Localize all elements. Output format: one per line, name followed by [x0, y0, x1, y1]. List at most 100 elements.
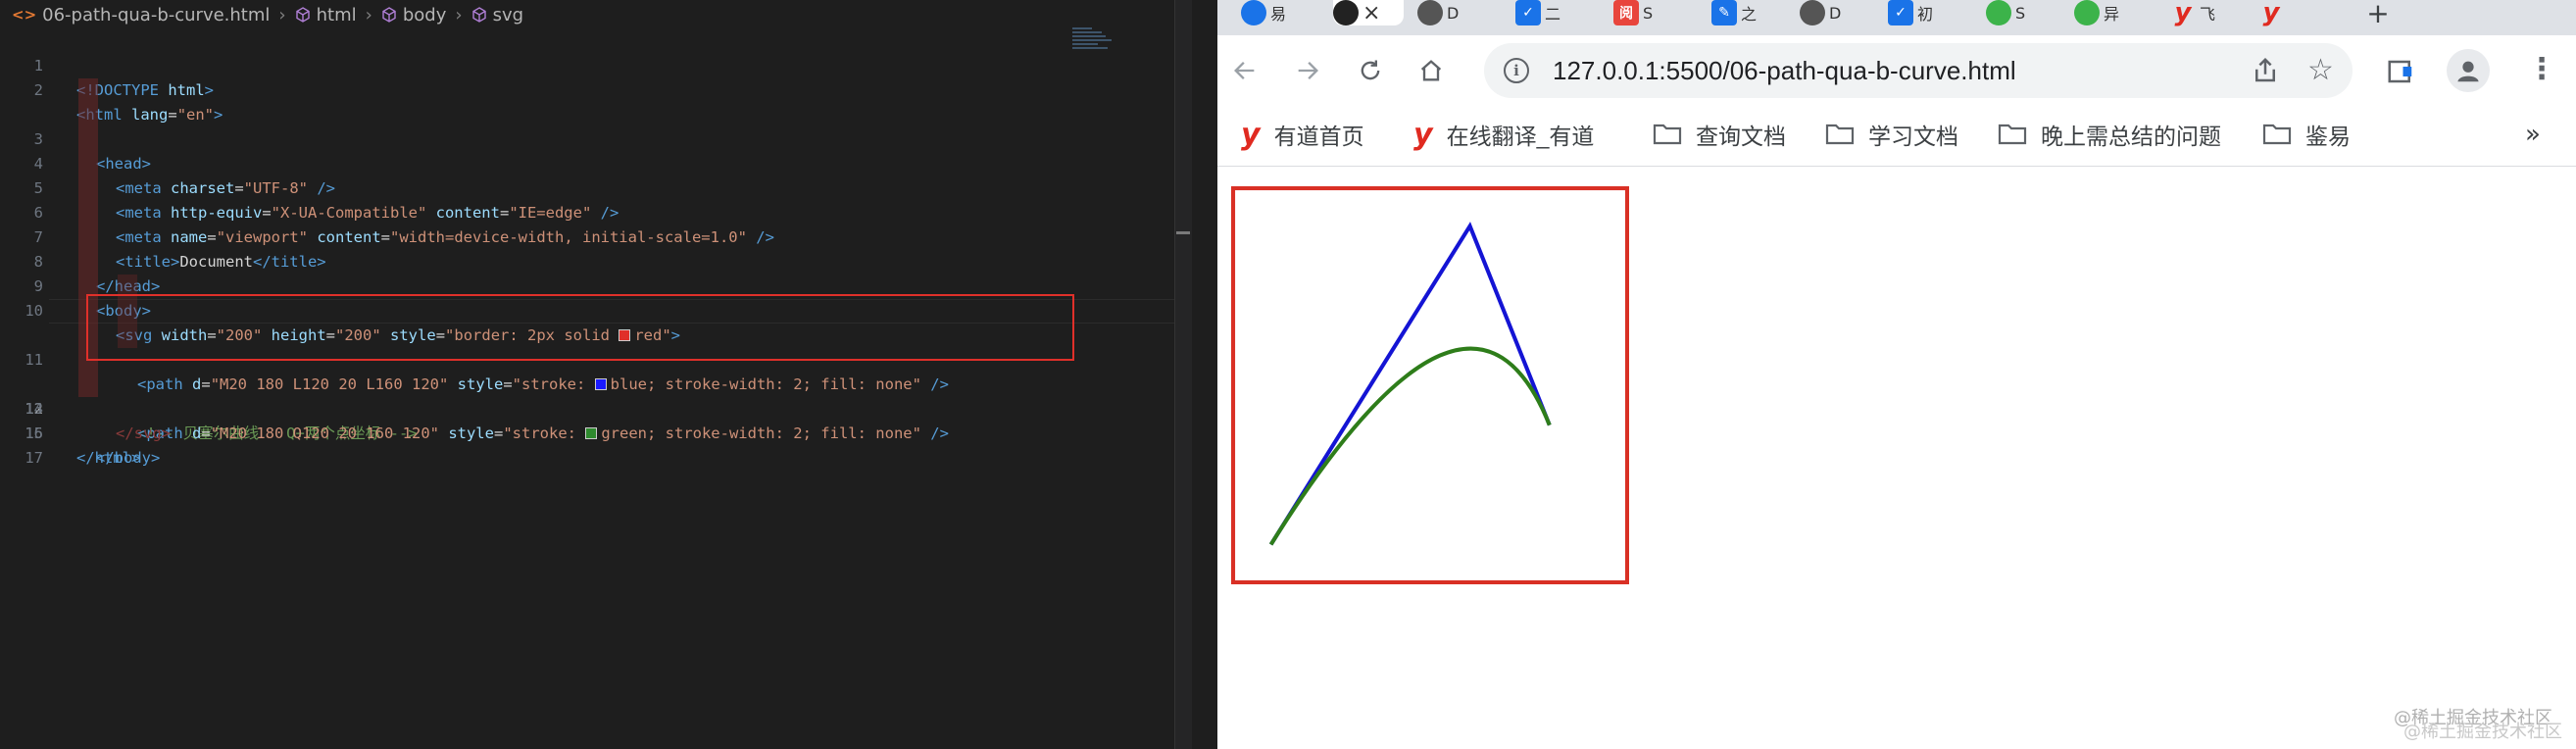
- check-icon: ✓: [1515, 0, 1541, 25]
- code-line[interactable]: 5 <meta http-equiv="X-UA-Compatible" con…: [0, 127, 1176, 222]
- indent-guide: [78, 225, 98, 250]
- bookmark-label: 学习文档: [1868, 124, 1958, 149]
- page-viewport: @稀土掘金技术社区 @稀土掘金技术社区: [1217, 167, 2576, 749]
- bookmark-item[interactable]: y 有道首页: [1241, 118, 1364, 152]
- code-line[interactable]: 6 <meta name="viewport" content="width=d…: [0, 152, 1176, 246]
- cube-icon: [471, 7, 486, 23]
- indent-guide: [78, 201, 98, 225]
- indent-guide: [78, 176, 98, 201]
- code-line[interactable]: 2 <html lang="en">: [0, 54, 1176, 124]
- arrow-right-icon: [1298, 62, 1318, 79]
- bookmark-folder[interactable]: 学习文档: [1825, 118, 1958, 151]
- breadcrumb-item-label: svg: [492, 4, 524, 25]
- scrollbar-position-marker: [1176, 231, 1190, 234]
- indent-guide: [78, 127, 98, 152]
- tab-9[interactable]: S: [1986, 0, 2043, 25]
- bookmark-label: 查询文档: [1696, 124, 1786, 149]
- bookmark-label: 晚上需总结的问题: [2041, 124, 2221, 149]
- breadcrumb-item-label: body: [402, 4, 447, 25]
- code-line[interactable]: 4 <meta charset="UTF-8" />: [0, 103, 1176, 197]
- breadcrumb-item-svg[interactable]: svg: [471, 5, 523, 25]
- profile-button[interactable]: [2447, 49, 2490, 92]
- breadcrumb-item-html[interactable]: html: [295, 5, 357, 25]
- github-icon: [1333, 0, 1359, 25]
- indent-guide: [78, 250, 98, 275]
- editor-scrollbar[interactable]: [1174, 0, 1192, 749]
- avatar-icon: [2457, 61, 2479, 82]
- code-line[interactable]: 10 <svg width="200" height="200" style="…: [0, 250, 1176, 344]
- tab-title: 易: [1270, 5, 1287, 24]
- info-icon[interactable]: i: [1504, 58, 1529, 83]
- back-button[interactable]: [1223, 49, 1266, 92]
- bookmark-star-icon[interactable]: ☆: [2307, 53, 2334, 87]
- chevron-right-icon: ›: [365, 4, 372, 25]
- browser-toolbar: i 127.0.0.1:5500/06-path-qua-b-curve.htm…: [1217, 35, 2576, 106]
- address-bar[interactable]: i 127.0.0.1:5500/06-path-qua-b-curve.htm…: [1484, 43, 2353, 98]
- breadcrumb-item-body[interactable]: body: [381, 4, 447, 25]
- edit-icon: ✎: [1711, 0, 1737, 25]
- browser-window: 易 × D ✓ 二 阅 S ✎ 之 D ✓ 初 S 异 y 飞 y + i 12…: [1217, 0, 2576, 749]
- tab-7[interactable]: D: [1800, 0, 1857, 25]
- bookmark-label: 鉴易: [2305, 124, 2351, 149]
- code-token: </html>: [76, 449, 141, 467]
- tab-title: 飞: [2200, 5, 2216, 24]
- code-line[interactable]: 17: [0, 422, 1176, 467]
- indent-guide: [78, 78, 98, 103]
- minimap[interactable]: [1072, 25, 1112, 59]
- code-area[interactable]: 1 <!DOCTYPE html> 2 <html lang="en"> 3 <…: [0, 29, 1176, 467]
- code-line[interactable]: 1 <!DOCTYPE html>: [0, 29, 1176, 99]
- code-line[interactable]: 15 </body>: [0, 373, 1176, 467]
- code-line[interactable]: 9 <body>: [0, 225, 1176, 320]
- cube-icon: [295, 7, 310, 23]
- wechat-icon: [1986, 0, 2011, 25]
- folder-icon: [1825, 124, 1855, 145]
- reload-icon: [1361, 60, 1380, 80]
- pane-divider[interactable]: [1192, 0, 1215, 749]
- breadcrumb-file[interactable]: <> 06-path-qua-b-curve.html: [12, 5, 270, 25]
- forward-button[interactable]: [1286, 49, 1329, 92]
- tab-1[interactable]: 易: [1241, 0, 1298, 25]
- green-bezier-curve: [1268, 346, 1552, 546]
- bookmark-label: 在线翻译_有道: [1446, 124, 1595, 149]
- tab-10[interactable]: 异: [2074, 0, 2131, 25]
- youdao-icon: [1241, 0, 1266, 25]
- blue-polyline-path: [1268, 222, 1552, 546]
- bookmark-item[interactable]: y 在线翻译_有道: [1413, 118, 1595, 152]
- bookmarks-bar: y 有道首页 y 在线翻译_有道 查询文档 学习文档 晚上需总结的问题 鉴易 »: [1217, 106, 2576, 167]
- rendered-svg-demo: [1231, 186, 1629, 584]
- reload-button[interactable]: [1349, 49, 1392, 92]
- new-tab-button[interactable]: +: [2360, 0, 2396, 29]
- tab-title: D: [1447, 3, 1460, 23]
- code-line[interactable]: 16 </html>: [0, 397, 1176, 467]
- code-line[interactable]: 7 <title>Document</title>: [0, 176, 1176, 271]
- bookmark-folder[interactable]: 查询文档: [1653, 118, 1786, 151]
- watermark-shadow: @稀土掘金技术社区: [2403, 722, 2562, 742]
- address-url[interactable]: 127.0.0.1:5500/06-path-qua-b-curve.html: [1553, 56, 2016, 86]
- cube-icon: [382, 7, 396, 23]
- home-button[interactable]: [1410, 49, 1453, 92]
- tab-4[interactable]: ✓ 二: [1515, 0, 1572, 25]
- bookmarks-overflow-button[interactable]: »: [2525, 120, 2541, 149]
- tab-11[interactable]: y 飞: [2170, 0, 2227, 27]
- code-line[interactable]: 8 </head>: [0, 201, 1176, 295]
- bookmark-folder[interactable]: 鉴易: [2262, 118, 2351, 151]
- tab-12[interactable]: y: [2258, 0, 2315, 27]
- tab-8[interactable]: ✓ 初: [1888, 0, 1945, 25]
- tab-title: S: [2015, 3, 2026, 23]
- close-icon[interactable]: ×: [1362, 1, 1380, 25]
- menu-kebab-icon[interactable]: ⋮: [2527, 55, 2556, 84]
- tab-active[interactable]: ×: [1333, 0, 1404, 25]
- share-icon[interactable]: [2251, 56, 2280, 85]
- tab-title: 二: [1545, 5, 1561, 24]
- bookmark-label: 有道首页: [1273, 124, 1364, 149]
- tab-5[interactable]: 阅 S: [1613, 0, 1670, 25]
- indent-guide: [78, 103, 98, 127]
- bookmark-folder[interactable]: 晚上需总结的问题: [1998, 118, 2221, 151]
- html-file-icon: <>: [12, 6, 37, 24]
- tab-6[interactable]: ✎ 之: [1711, 0, 1768, 25]
- breadcrumb-item-label: html: [316, 4, 357, 25]
- code-line[interactable]: 3 <head>: [0, 78, 1176, 173]
- extension-button[interactable]: [2384, 55, 2417, 88]
- github-icon: [1417, 0, 1443, 25]
- tab-3[interactable]: D: [1417, 0, 1474, 25]
